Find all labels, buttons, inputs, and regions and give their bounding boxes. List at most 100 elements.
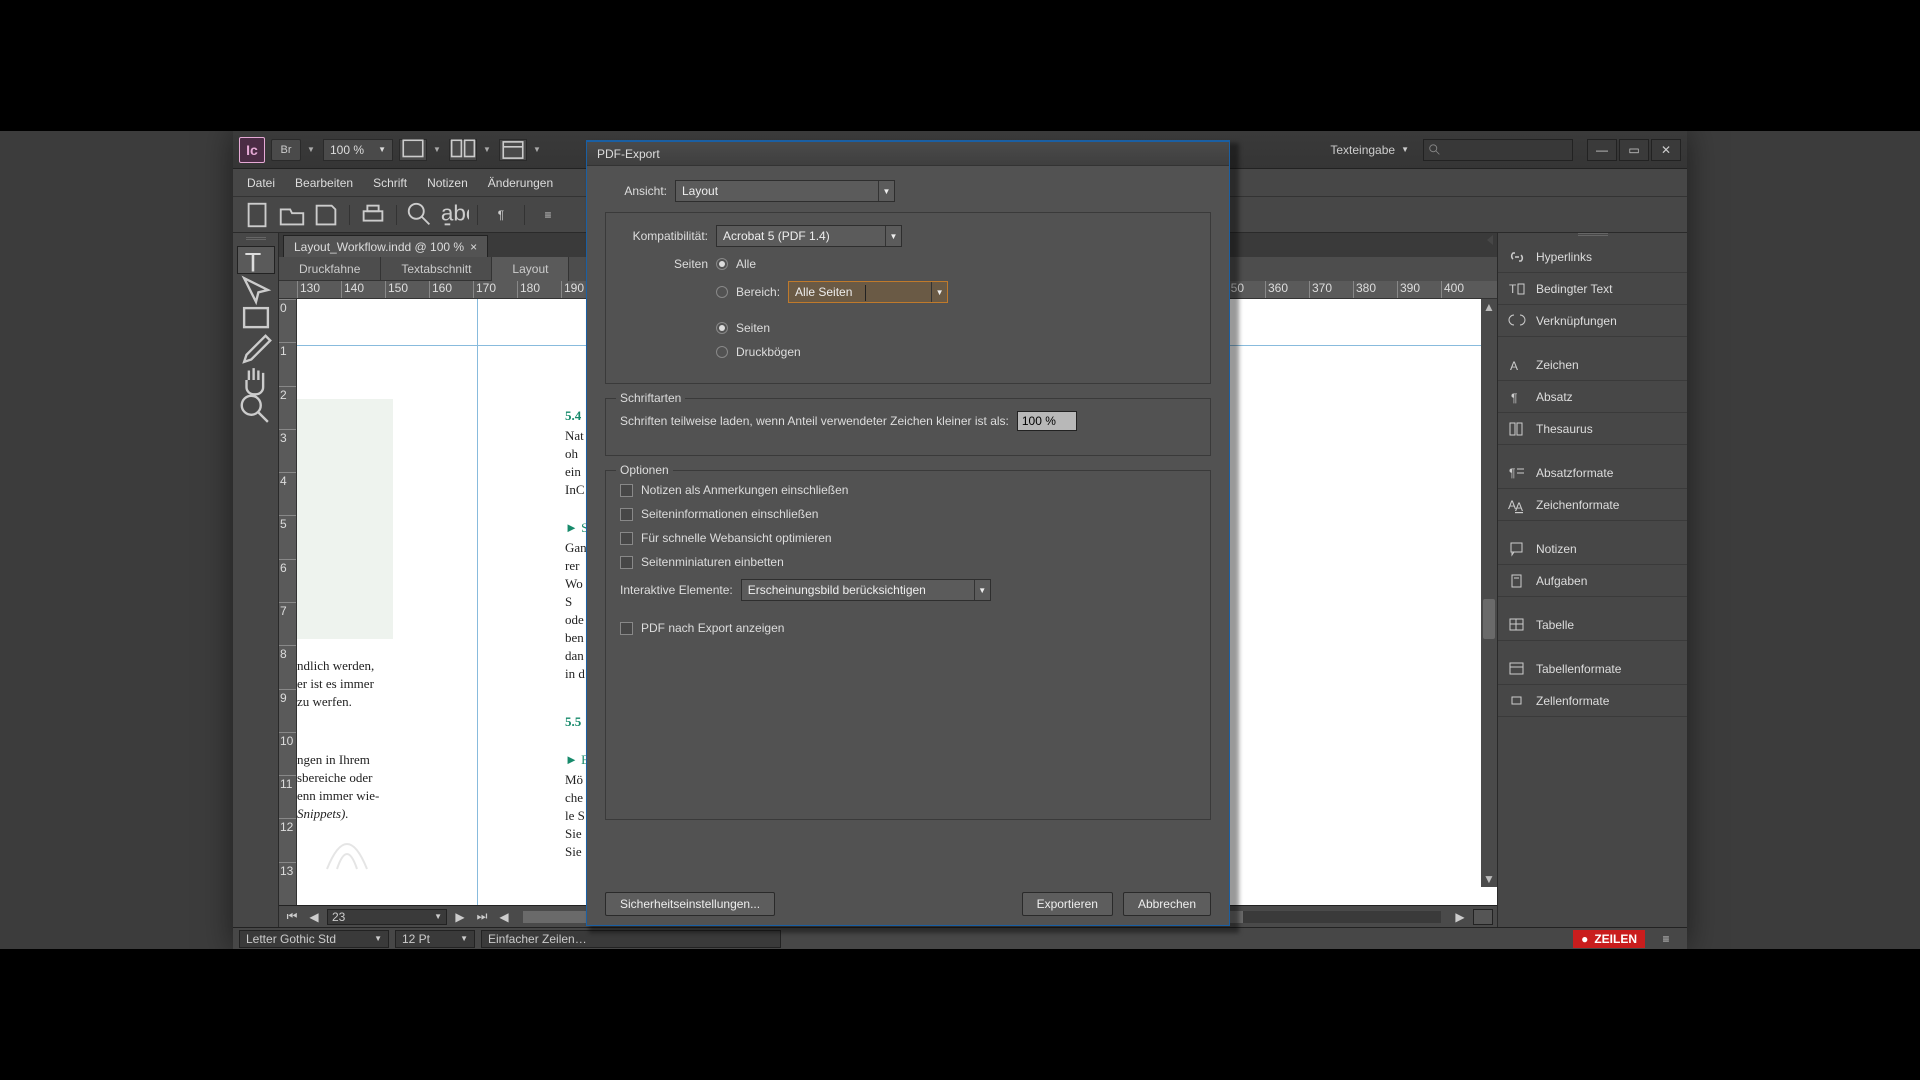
bridge-button[interactable]: Br <box>271 139 301 161</box>
radio-spreads[interactable] <box>716 346 728 358</box>
view-options-button[interactable] <box>499 139 527 161</box>
interactive-combo[interactable]: Erscheinungsbild berücksichtigen▼ <box>741 579 991 601</box>
print-button[interactable] <box>358 202 388 228</box>
svg-text:T: T <box>1509 282 1517 296</box>
hscroll-right[interactable]: ▶ <box>1451 909 1469 925</box>
mode-layout[interactable]: Layout <box>492 257 569 281</box>
mode-galley[interactable]: Druckfahne <box>279 257 381 281</box>
radio-range[interactable] <box>716 286 728 298</box>
next-page[interactable]: ▶ <box>451 909 469 925</box>
panel-label: Absatzformate <box>1536 466 1613 480</box>
mode-story[interactable]: Textabschnitt <box>381 257 492 281</box>
bridge-dd[interactable]: ▼ <box>307 145 317 154</box>
zoom-select[interactable]: 100 %▼ <box>323 139 393 161</box>
page-field[interactable]: 23▼ <box>327 909 447 925</box>
panel-pstyles[interactable]: ¶ Absatzformate <box>1498 457 1687 489</box>
status-menu[interactable]: ≡ <box>1651 926 1681 952</box>
new-button[interactable] <box>243 202 273 228</box>
minimize-button[interactable]: — <box>1587 139 1617 161</box>
prev-page[interactable]: ◀ <box>305 909 323 925</box>
eyedropper-tool[interactable] <box>237 336 275 364</box>
panel-assign[interactable]: Aufgaben <box>1498 565 1687 597</box>
spellcheck-button[interactable]: abc <box>439 202 469 228</box>
hand-tool[interactable] <box>237 366 275 394</box>
panel-conditional[interactable]: T Bedingter Text <box>1498 273 1687 305</box>
panel-dock: HyperlinksTBedingter TextVerknüpfungenAZ… <box>1497 233 1687 927</box>
panel-label: Bedingter Text <box>1536 282 1613 296</box>
thesaurus-icon <box>1508 420 1526 438</box>
overflow-indicator[interactable]: ●ZEILEN <box>1573 930 1645 948</box>
position-tool[interactable] <box>237 276 275 304</box>
close-tab-icon[interactable]: × <box>470 240 477 254</box>
panel-hyperlinks[interactable]: Hyperlinks <box>1498 241 1687 273</box>
view-label: Ansicht: <box>605 184 675 198</box>
menu-changes[interactable]: Änderungen <box>478 169 563 196</box>
cancel-button[interactable]: Abbrechen <box>1123 892 1211 916</box>
menu-notes[interactable]: Notizen <box>417 169 478 196</box>
hscroll-left[interactable]: ◀ <box>495 909 513 925</box>
document-tab[interactable]: Layout_Workflow.indd @ 100 %× <box>283 235 488 257</box>
pages-fieldset: Kompatibilität: Acrobat 5 (PDF 1.4)▼ Sei… <box>605 212 1211 384</box>
search-icon <box>1428 143 1442 157</box>
export-button[interactable]: Exportieren <box>1022 892 1113 916</box>
app-icon: Ic <box>239 137 265 163</box>
pdf-export-dialog: PDF-Export Ansicht: Layout▼ Kompatibilit… <box>586 140 1230 926</box>
panel-label: Thesaurus <box>1536 422 1593 436</box>
note-tool[interactable] <box>237 306 275 334</box>
panel-character[interactable]: AZeichen <box>1498 349 1687 381</box>
panel-notes[interactable]: Notizen <box>1498 533 1687 565</box>
show-hidden-button[interactable]: ¶ <box>486 202 516 228</box>
split-view[interactable] <box>1473 909 1493 925</box>
chk-viewafter[interactable] <box>620 622 633 635</box>
font-field[interactable]: Letter Gothic Std▼ <box>239 930 389 948</box>
svg-text:A: A <box>1510 359 1518 373</box>
security-button[interactable]: Sicherheitseinstellungen... <box>605 892 775 916</box>
maximize-button[interactable]: ▭ <box>1619 139 1649 161</box>
fonts-threshold[interactable]: 100 % <box>1017 411 1077 431</box>
arrange-button[interactable] <box>449 139 477 161</box>
save-button[interactable] <box>311 202 341 228</box>
panel-cellstyles[interactable]: Zellenformate <box>1498 685 1687 717</box>
panel-thesaurus[interactable]: Thesaurus <box>1498 413 1687 445</box>
menu-edit[interactable]: Bearbeiten <box>285 169 363 196</box>
panel-label: Verknüpfungen <box>1536 314 1617 328</box>
compat-combo[interactable]: Acrobat 5 (PDF 1.4)▼ <box>716 225 902 247</box>
range-combo[interactable]: Alle Seiten▼ <box>788 281 948 303</box>
radio-all[interactable] <box>716 258 728 270</box>
panel-cstyles[interactable]: AAZeichenformate <box>1498 489 1687 521</box>
close-button[interactable]: ✕ <box>1651 139 1681 161</box>
menu-flyout[interactable]: ≡ <box>533 202 563 228</box>
screen-mode-button[interactable] <box>399 139 427 161</box>
panel-table[interactable]: Tabelle <box>1498 609 1687 641</box>
radio-pages[interactable] <box>716 322 728 334</box>
menu-file[interactable]: Datei <box>237 169 285 196</box>
chk-notes[interactable] <box>620 484 633 497</box>
panel-label: Absatz <box>1536 390 1573 404</box>
pages-label: Seiten <box>620 257 716 271</box>
options-fieldset: Optionen Notizen als Anmerkungen einschl… <box>605 470 1211 820</box>
chk-pageinfo[interactable] <box>620 508 633 521</box>
panel-paragraph[interactable]: ¶Absatz <box>1498 381 1687 413</box>
open-button[interactable] <box>277 202 307 228</box>
menu-font[interactable]: Schrift <box>363 169 417 196</box>
panel-tstyles[interactable]: Tabellenformate <box>1498 653 1687 685</box>
fonts-text: Schriften teilweise laden, wenn Anteil v… <box>620 414 1009 428</box>
type-tool[interactable]: T <box>237 246 275 274</box>
zoom-tool[interactable] <box>237 396 275 424</box>
chk-fastweb[interactable] <box>620 532 633 545</box>
panel-crossrefs[interactable]: Verknüpfungen <box>1498 305 1687 337</box>
find-button[interactable] <box>405 202 435 228</box>
first-page[interactable]: ⏮ <box>283 909 301 925</box>
last-page[interactable]: ⏭ <box>473 909 491 925</box>
notes-icon <box>1508 540 1526 558</box>
chk-thumbs[interactable] <box>620 556 633 569</box>
svg-text:A: A <box>1515 500 1523 514</box>
compat-label: Kompatibilität: <box>620 229 716 243</box>
panel-label: Notizen <box>1536 542 1577 556</box>
search-box[interactable] <box>1423 139 1573 161</box>
view-combo[interactable]: Layout▼ <box>675 180 895 202</box>
vertical-scrollbar[interactable]: ▲ ▼ <box>1481 299 1497 887</box>
size-field[interactable]: 12 Pt▼ <box>395 930 475 948</box>
workspace-switcher[interactable]: Texteingabe▼ <box>1322 143 1417 157</box>
pstyles-icon: ¶ <box>1508 464 1526 482</box>
